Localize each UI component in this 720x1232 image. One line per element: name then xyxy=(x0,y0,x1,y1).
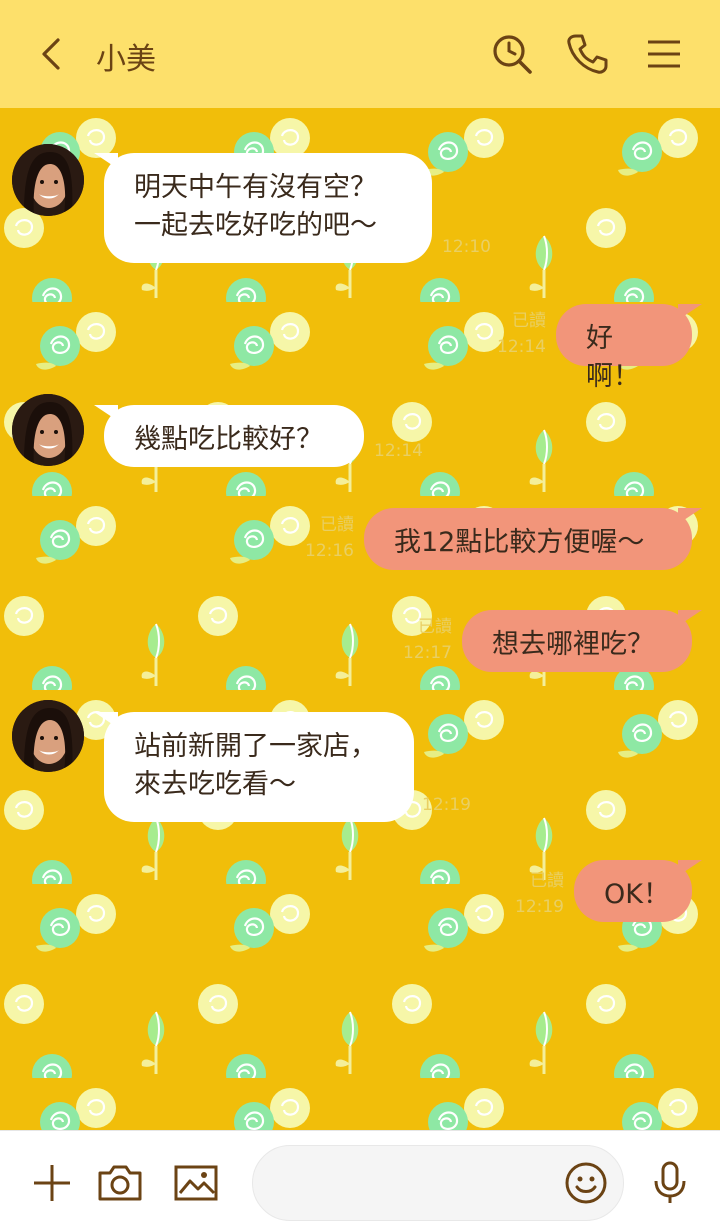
emoji-icon[interactable] xyxy=(563,1160,609,1206)
search-icon[interactable] xyxy=(488,30,536,78)
read-receipt: 已讀 xyxy=(320,515,354,535)
outgoing-message[interactable]: 好啊！ xyxy=(556,304,702,392)
message-time: 12:19 xyxy=(515,897,564,917)
contact-name: 小美 xyxy=(96,42,156,77)
contact-avatar[interactable] xyxy=(12,700,84,772)
contact-avatar[interactable] xyxy=(12,394,84,466)
message-time: 12:10 xyxy=(442,237,491,257)
incoming-message[interactable]: 幾點吃比較好？ xyxy=(94,405,364,467)
message-time: 12:19 xyxy=(422,795,471,815)
outgoing-message[interactable]: 我12點比較方便喔～ xyxy=(364,508,702,570)
read-receipt: 已讀 xyxy=(418,617,452,637)
camera-icon[interactable] xyxy=(96,1159,144,1207)
message-time: 12:16 xyxy=(305,541,354,561)
message-input[interactable] xyxy=(252,1145,624,1221)
plus-icon[interactable] xyxy=(28,1159,76,1207)
input-bar xyxy=(0,1130,720,1232)
message-time: 12:14 xyxy=(497,337,546,357)
incoming-message[interactable]: 明天中午有沒有空？ 一起去吃好吃的吧～ xyxy=(94,153,432,263)
outgoing-message[interactable]: OK！ xyxy=(574,860,702,922)
read-receipt: 已讀 xyxy=(530,871,564,891)
microphone-icon[interactable] xyxy=(646,1159,694,1207)
back-icon[interactable] xyxy=(36,36,72,72)
read-receipt: 已讀 xyxy=(512,311,546,331)
chat-header: 小美 xyxy=(0,0,720,108)
phone-icon[interactable] xyxy=(562,30,610,78)
message-time: 12:14 xyxy=(374,441,423,461)
chat-area[interactable]: 明天中午有沒有空？ 一起去吃好吃的吧～ 12:10 已讀 12:14 好啊！ 幾… xyxy=(0,108,720,1130)
contact-avatar[interactable] xyxy=(12,144,84,216)
incoming-message[interactable]: 站前新開了一家店， 來去吃吃看～ xyxy=(94,712,414,822)
image-icon[interactable] xyxy=(172,1159,220,1207)
menu-icon[interactable] xyxy=(640,30,688,78)
outgoing-message[interactable]: 想去哪裡吃？ xyxy=(462,610,702,672)
message-time: 12:17 xyxy=(403,643,452,663)
